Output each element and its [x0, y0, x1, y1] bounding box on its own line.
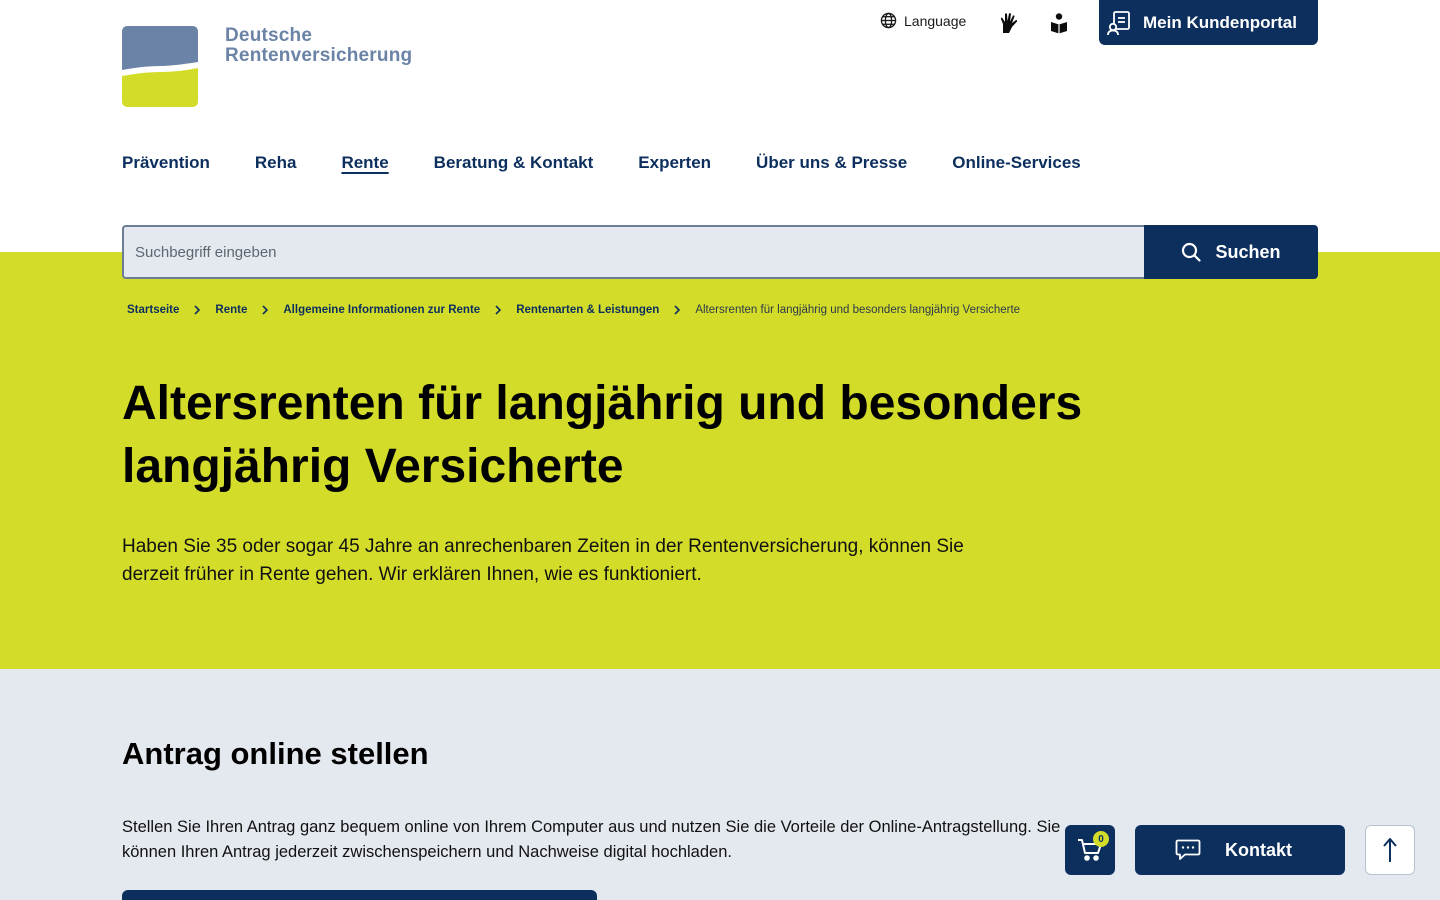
kontakt-label: Kontakt	[1225, 839, 1292, 860]
section-title: Antrag online stellen	[122, 736, 429, 771]
globe-icon	[880, 12, 897, 29]
page-intro: Haben Sie 35 oder sogar 45 Jahre an anre…	[122, 536, 964, 585]
sign-language-icon[interactable]	[999, 12, 1019, 34]
logo-line-2: Rentenversicherung	[225, 45, 413, 66]
logo-line-1: Deutsche	[225, 25, 313, 46]
chevron-right-icon	[187, 305, 207, 315]
logo-mark-icon	[122, 26, 198, 107]
breadcrumb-link-rente[interactable]: Rente	[215, 304, 247, 316]
kontakt-button[interactable]: Kontakt	[1135, 825, 1345, 875]
logo-wordmark: Deutsche Rentenversicherung	[225, 26, 412, 66]
chevron-right-icon	[488, 305, 508, 315]
nav-item-rente[interactable]: Rente	[341, 152, 388, 174]
back-to-top-button[interactable]	[1365, 825, 1415, 875]
arrow-up-icon	[1383, 838, 1397, 862]
drv-logo[interactable]: Deutsche Rentenversicherung	[122, 26, 422, 108]
breadcrumb: Startseite Rente Allgemeine Informatione…	[127, 304, 1020, 316]
search-bar: Suchen	[122, 225, 1318, 279]
chevron-right-icon	[255, 305, 275, 315]
cart-button[interactable]: 0	[1065, 825, 1115, 875]
online-application-button[interactable]	[122, 890, 597, 900]
portal-id-icon	[1107, 10, 1130, 35]
chat-icon	[1175, 839, 1201, 860]
customer-portal-button[interactable]: Mein Kundenportal	[1099, 0, 1318, 45]
breadcrumb-link-startseite[interactable]: Startseite	[127, 304, 179, 316]
nav-item-reha[interactable]: Reha	[255, 152, 297, 174]
nav-item-online-services[interactable]: Online-Services	[952, 152, 1081, 174]
nav-item-ueber-uns-presse[interactable]: Über uns & Presse	[756, 152, 907, 174]
site-header: Deutsche Rentenversicherung Language Mei…	[0, 0, 1440, 252]
nav-item-beratung-kontakt[interactable]: Beratung & Kontakt	[434, 152, 594, 174]
search-input[interactable]	[122, 225, 1144, 279]
language-switch[interactable]: Language	[880, 12, 966, 29]
language-label: Language	[904, 12, 967, 29]
breadcrumb-link-allgemeine-informationen[interactable]: Allgemeine Informationen zur Rente	[283, 304, 480, 316]
search-button[interactable]: Suchen	[1144, 225, 1318, 279]
nav-item-praevention[interactable]: Prävention	[122, 152, 210, 174]
search-icon	[1182, 242, 1202, 262]
easy-language-icon[interactable]	[1050, 12, 1070, 34]
main-navigation: Prävention Reha Rente Beratung & Kontakt…	[122, 152, 1126, 174]
breadcrumb-current: Altersrenten für langjährig und besonder…	[695, 304, 1021, 316]
page-title: Altersrenten für langjährig und besonder…	[122, 377, 1083, 493]
section-text: Stellen Sie Ihren Antrag ganz bequem onl…	[122, 818, 1061, 861]
search-button-label: Suchen	[1215, 241, 1281, 262]
nav-item-experten[interactable]: Experten	[638, 152, 711, 174]
breadcrumb-link-rentenarten[interactable]: Rentenarten & Leistungen	[516, 304, 659, 316]
customer-portal-label: Mein Kundenportal	[1143, 12, 1297, 32]
cart-count-badge: 0	[1093, 831, 1109, 847]
chevron-right-icon	[667, 305, 687, 315]
